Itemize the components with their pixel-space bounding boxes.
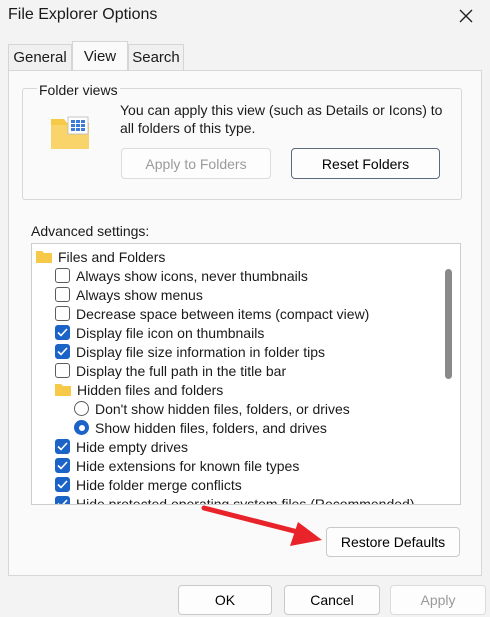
cancel-button[interactable]: Cancel (284, 585, 380, 615)
checkbox-checked[interactable] (55, 458, 70, 473)
option-label: Don't show hidden files, folders, or dri… (95, 400, 350, 417)
folder-icon (36, 251, 52, 263)
tab-general[interactable]: General (8, 44, 72, 70)
folder-views-label: Folder views (37, 82, 120, 98)
option-hide-empty-drives[interactable]: Hide empty drives (55, 437, 188, 456)
tree-item-label: Files and Folders (58, 248, 166, 265)
checkmark-icon (57, 328, 68, 337)
option-always-show-menus[interactable]: Always show menus (55, 285, 203, 304)
option-dont-show-hidden[interactable]: Don't show hidden files, folders, or dri… (74, 399, 350, 418)
radio-unselected[interactable] (74, 401, 89, 416)
option-show-hidden[interactable]: Show hidden files, folders, and drives (74, 418, 327, 437)
ok-button[interactable]: OK (178, 585, 272, 615)
advanced-settings-list[interactable]: Files and Folders Always show icons, nev… (31, 243, 461, 505)
option-label: Display file icon on thumbnails (76, 324, 265, 341)
close-button[interactable] (452, 3, 480, 29)
radio-selected[interactable] (74, 420, 89, 435)
checkbox-checked[interactable] (55, 477, 70, 492)
checkbox-unchecked[interactable] (55, 306, 70, 321)
checkmark-icon (57, 499, 68, 504)
option-full-path-title[interactable]: Display the full path in the title bar (55, 361, 286, 380)
close-icon (459, 9, 473, 23)
option-label: Hide extensions for known file types (76, 457, 300, 474)
scrollbar-thumb[interactable] (445, 269, 452, 379)
checkbox-checked[interactable] (55, 496, 70, 504)
tree-item-label: Hidden files and folders (77, 381, 224, 398)
option-label: Display file size information in folder … (76, 343, 325, 360)
checkbox-checked[interactable] (55, 439, 70, 454)
checkbox-unchecked[interactable] (55, 268, 70, 283)
red-arrow-annotation (201, 505, 322, 546)
checkmark-icon (57, 461, 68, 470)
option-hide-merge-conflicts[interactable]: Hide folder merge conflicts (55, 475, 242, 494)
folder-icon (55, 384, 71, 396)
advanced-settings-label: Advanced settings: (31, 223, 150, 239)
tab-view[interactable]: View (72, 41, 128, 70)
tree-folder-hidden-files: Hidden files and folders (55, 380, 223, 399)
option-label: Decrease space between items (compact vi… (76, 305, 370, 322)
option-label: Always show menus (76, 286, 203, 303)
option-file-icon-thumbnails[interactable]: Display file icon on thumbnails (55, 323, 264, 342)
option-label: Always show icons, never thumbnails (76, 267, 308, 284)
folder-views-description: You can apply this view (such as Details… (120, 102, 443, 136)
option-file-size-tips[interactable]: Display file size information in folder … (55, 342, 325, 361)
option-hide-extensions[interactable]: Hide extensions for known file types (55, 456, 299, 475)
checkmark-icon (57, 347, 68, 356)
checkbox-checked[interactable] (55, 344, 70, 359)
apply-to-folders-button[interactable]: Apply to Folders (121, 148, 271, 179)
tab-search[interactable]: Search (128, 44, 184, 70)
apply-button[interactable]: Apply (390, 585, 486, 615)
option-always-show-icons[interactable]: Always show icons, never thumbnails (55, 266, 308, 285)
option-label: Display the full path in the title bar (76, 362, 287, 379)
option-label: Hide folder merge conflicts (76, 476, 242, 493)
window-title: File Explorer Options (8, 6, 158, 23)
folder-views-icon (51, 116, 89, 149)
tree-folder-files-and-folders: Files and Folders (36, 247, 165, 266)
checkmark-icon (57, 480, 68, 489)
title-bar: File Explorer Options (0, 0, 490, 34)
option-label: Hide empty drives (76, 438, 189, 455)
checkbox-checked[interactable] (55, 325, 70, 340)
checkbox-unchecked[interactable] (55, 363, 70, 378)
checkbox-unchecked[interactable] (55, 287, 70, 302)
option-compact-view[interactable]: Decrease space between items (compact vi… (55, 304, 369, 323)
option-label: Show hidden files, folders, and drives (95, 419, 327, 436)
reset-folders-button[interactable]: Reset Folders (291, 148, 440, 179)
checkmark-icon (57, 442, 68, 451)
restore-defaults-button[interactable]: Restore Defaults (326, 527, 460, 557)
